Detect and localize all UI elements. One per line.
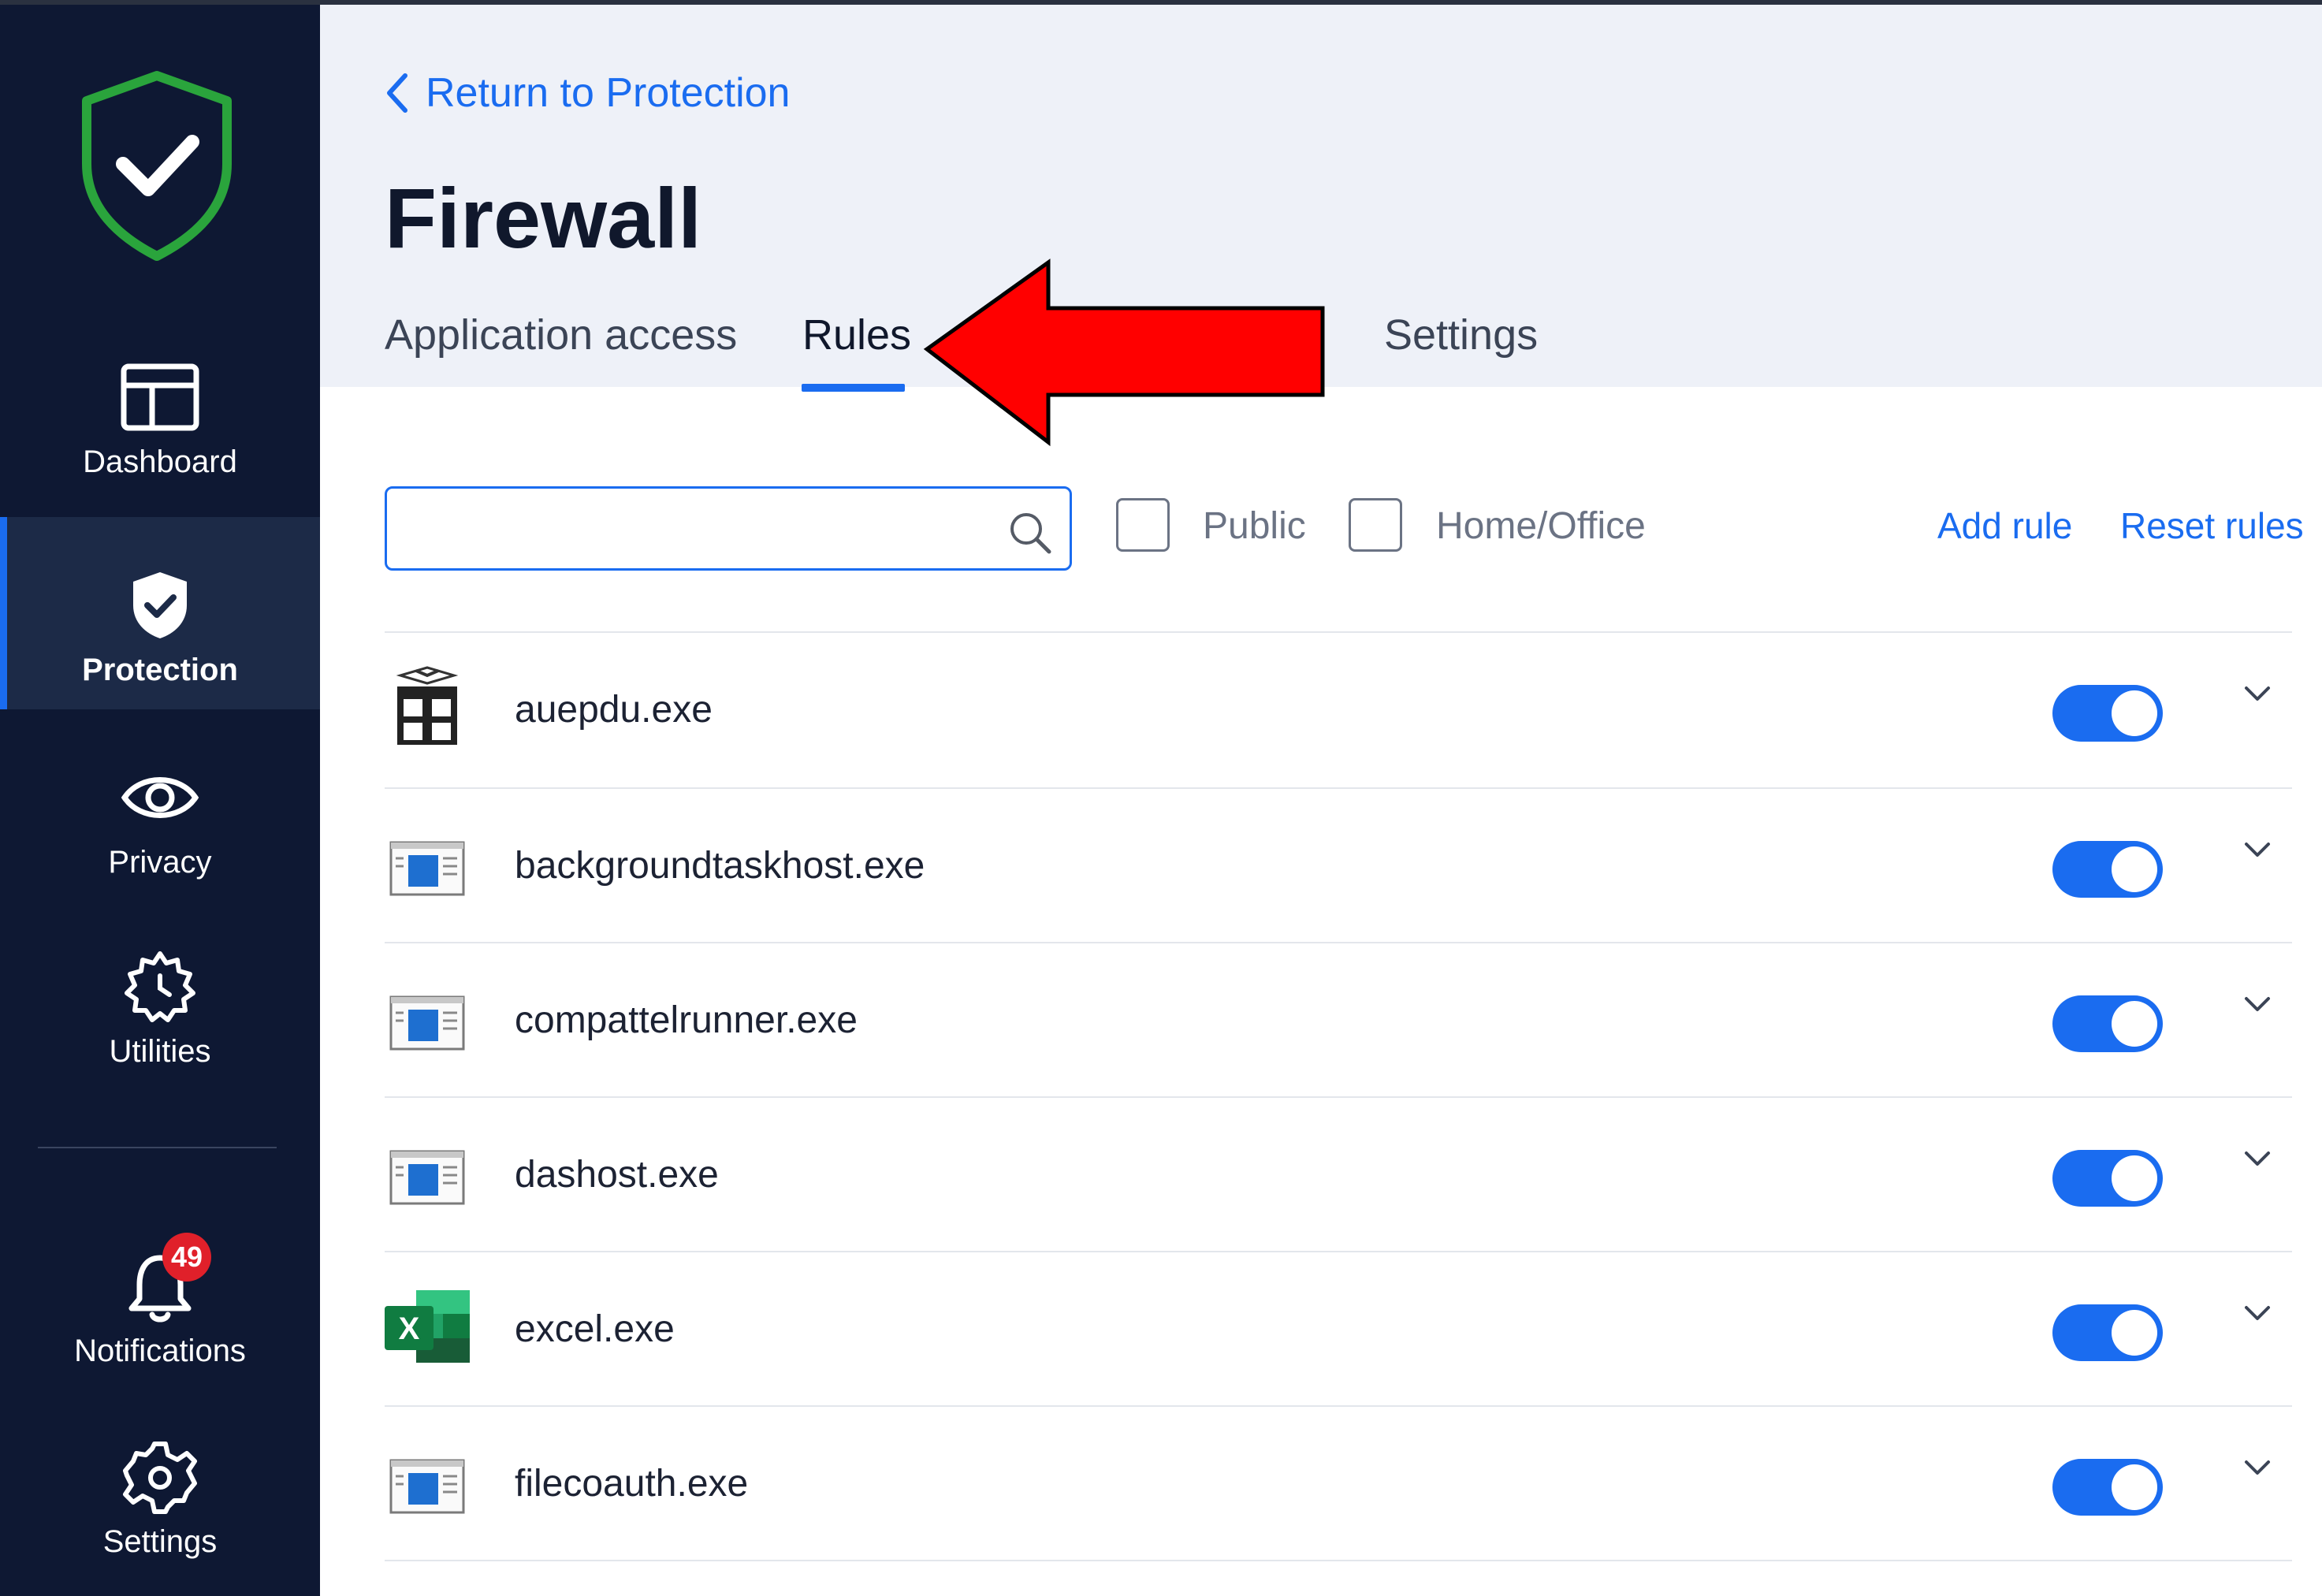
row-divider: [385, 1560, 2292, 1561]
active-tab-indicator: [802, 384, 905, 392]
chevron-down-icon[interactable]: [2242, 1144, 2273, 1175]
rule-row[interactable]: compattelrunner.exe: [385, 943, 2292, 1098]
rule-app-name: excel.exe: [515, 1308, 675, 1350]
toggle-knob: [2112, 846, 2157, 892]
notification-count-badge: 49: [162, 1233, 211, 1282]
toggle-knob: [2112, 1464, 2157, 1510]
rule-row[interactable]: backgroundtaskhost.exe: [385, 789, 2292, 943]
tab-application-access[interactable]: Application access: [385, 311, 737, 359]
window-app-icon: [385, 1129, 470, 1215]
gear-icon: [119, 1436, 201, 1518]
search-input[interactable]: [403, 503, 986, 555]
chevron-down-icon[interactable]: [2242, 1298, 2273, 1330]
rule-app-name: auepdu.exe: [515, 689, 713, 731]
rule-row[interactable]: filecoauth.exe: [385, 1407, 2292, 1561]
search-input-box[interactable]: [385, 486, 1072, 571]
shield-logo-icon: [77, 69, 236, 262]
window-app-icon: [385, 1438, 470, 1523]
reset-rules-link[interactable]: Reset rules: [2120, 504, 2304, 547]
eye-icon: [119, 757, 201, 839]
rule-toggle[interactable]: [2052, 1304, 2163, 1361]
search-icon: [1010, 513, 1051, 554]
public-label: Public: [1203, 505, 1306, 547]
sidebar-item-label: Utilities: [109, 1034, 211, 1069]
sidebar-item-utilities[interactable]: Utilities: [0, 946, 320, 1080]
home-office-checkbox[interactable]: [1349, 498, 1402, 552]
toggle-knob: [2112, 1155, 2157, 1201]
sidebar-item-label: Dashboard: [83, 445, 237, 479]
chevron-down-icon[interactable]: [2242, 989, 2273, 1021]
sidebar-item-label: Notifications: [74, 1334, 246, 1368]
rule-app-name: backgroundtaskhost.exe: [515, 845, 925, 887]
window-app-icon: [385, 975, 470, 1060]
rule-app-name: dashost.exe: [515, 1154, 719, 1196]
rule-toggle[interactable]: [2052, 685, 2163, 742]
rule-row[interactable]: dashost.exe: [385, 1098, 2292, 1252]
sidebar-item-settings[interactable]: Settings: [0, 1436, 320, 1570]
toggle-knob: [2112, 1310, 2157, 1356]
rule-toggle[interactable]: [2052, 1459, 2163, 1516]
rule-toggle[interactable]: [2052, 1150, 2163, 1207]
rule-toggle[interactable]: [2052, 995, 2163, 1052]
chevron-left-icon: [387, 73, 407, 113]
sidebar-item-label: Protection: [82, 653, 238, 687]
toggle-knob: [2112, 690, 2157, 736]
return-to-protection-link[interactable]: Return to Protection: [385, 69, 790, 117]
rule-toggle[interactable]: [2052, 841, 2163, 898]
page-title: Firewall: [385, 170, 702, 266]
sidebar-item-privacy[interactable]: Privacy: [0, 757, 320, 891]
svg-text:X: X: [399, 1311, 420, 1346]
sidebar-item-label: Privacy: [108, 845, 212, 880]
tab-settings[interactable]: Settings: [1384, 311, 1538, 359]
public-checkbox[interactable]: [1116, 498, 1170, 552]
sidebar: Dashboard Protection Privacy Utilities N…: [0, 0, 320, 1596]
rule-row[interactable]: X excel.exe: [385, 1252, 2292, 1407]
sidebar-item-notifications[interactable]: Notifications: [0, 1245, 320, 1379]
package-icon: [385, 664, 470, 750]
red-annotation-arrow: [922, 256, 1332, 453]
sidebar-divider: [38, 1147, 277, 1148]
chevron-down-icon[interactable]: [2242, 1453, 2273, 1484]
utilities-gear-icon: [119, 946, 201, 1028]
rule-app-name: compattelrunner.exe: [515, 999, 858, 1041]
sidebar-item-protection[interactable]: Protection: [0, 517, 320, 709]
app-window: Dashboard Protection Privacy Utilities N…: [0, 0, 2322, 1596]
chevron-down-icon[interactable]: [2242, 835, 2273, 866]
add-rule-link[interactable]: Add rule: [1937, 504, 2072, 547]
back-link-label: Return to Protection: [426, 70, 791, 116]
toggle-knob: [2112, 1001, 2157, 1047]
excel-icon: X: [385, 1284, 470, 1369]
window-top-border: [0, 0, 2322, 5]
dashboard-icon: [119, 356, 201, 438]
window-app-icon: [385, 820, 470, 906]
home-office-label: Home/Office: [1436, 505, 1646, 547]
shield-check-icon: [119, 564, 201, 646]
chevron-down-icon[interactable]: [2242, 679, 2273, 710]
rule-app-name: filecoauth.exe: [515, 1463, 749, 1505]
tab-rules[interactable]: Rules: [802, 311, 911, 359]
rule-row[interactable]: auepdu.exe: [385, 633, 2292, 787]
sidebar-item-dashboard[interactable]: Dashboard: [0, 356, 320, 514]
sidebar-item-label: Settings: [102, 1524, 218, 1559]
